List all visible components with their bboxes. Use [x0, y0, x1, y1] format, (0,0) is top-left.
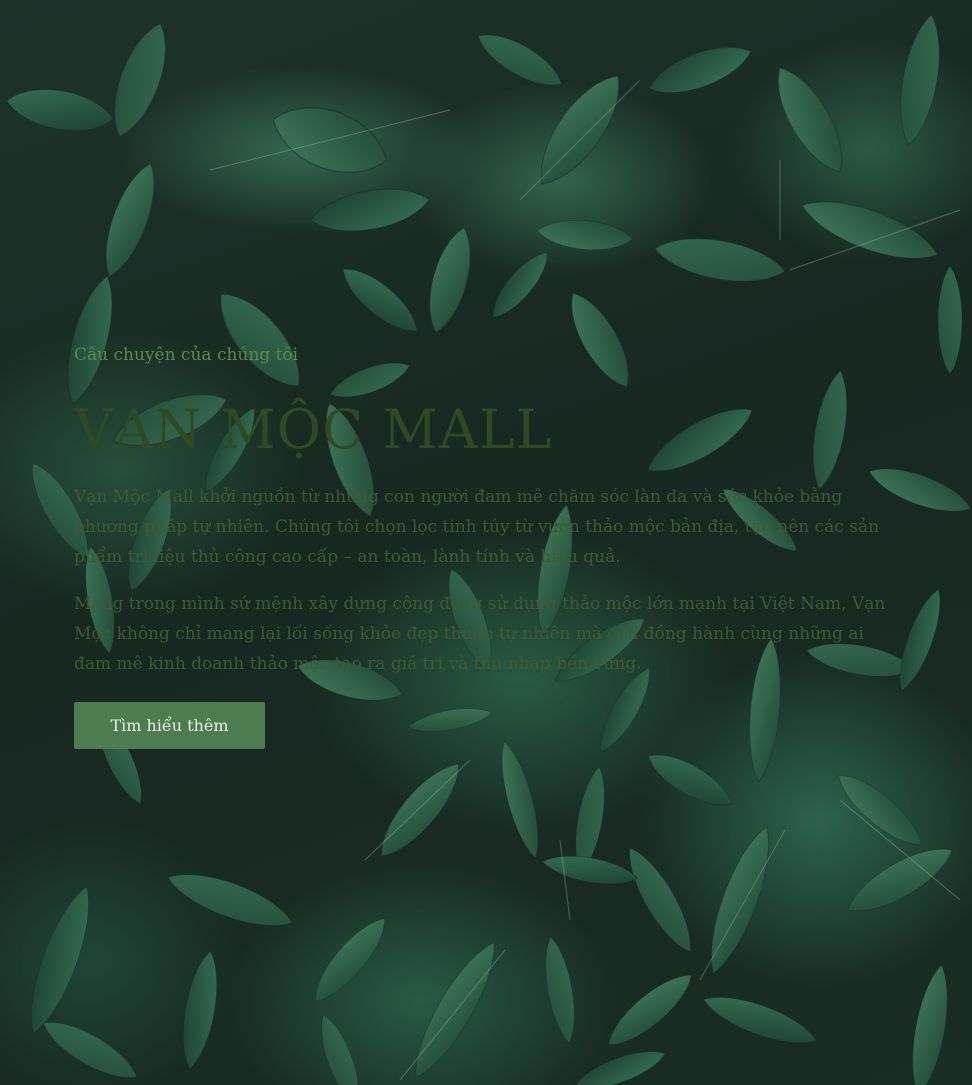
hero-section: Câu chuyện của chúng tôi VẠN MỘC MALL Vạ…	[0, 0, 972, 1085]
learn-more-button[interactable]: Tìm hiểu thêm	[74, 702, 265, 749]
section-subtitle: Câu chuyện của chúng tôi	[74, 345, 299, 365]
story-content: Câu chuyện của chúng tôi VẠN MỘC MALL Vạ…	[74, 340, 894, 749]
story-paragraph-2: Mang trong mình sứ mệnh xây dựng cộng đồ…	[74, 594, 886, 674]
page-title: VẠN MỘC MALL	[74, 398, 553, 461]
story-paragraph-1: Vạn Mộc Mall khởi nguồn từ những con ngư…	[74, 487, 880, 567]
